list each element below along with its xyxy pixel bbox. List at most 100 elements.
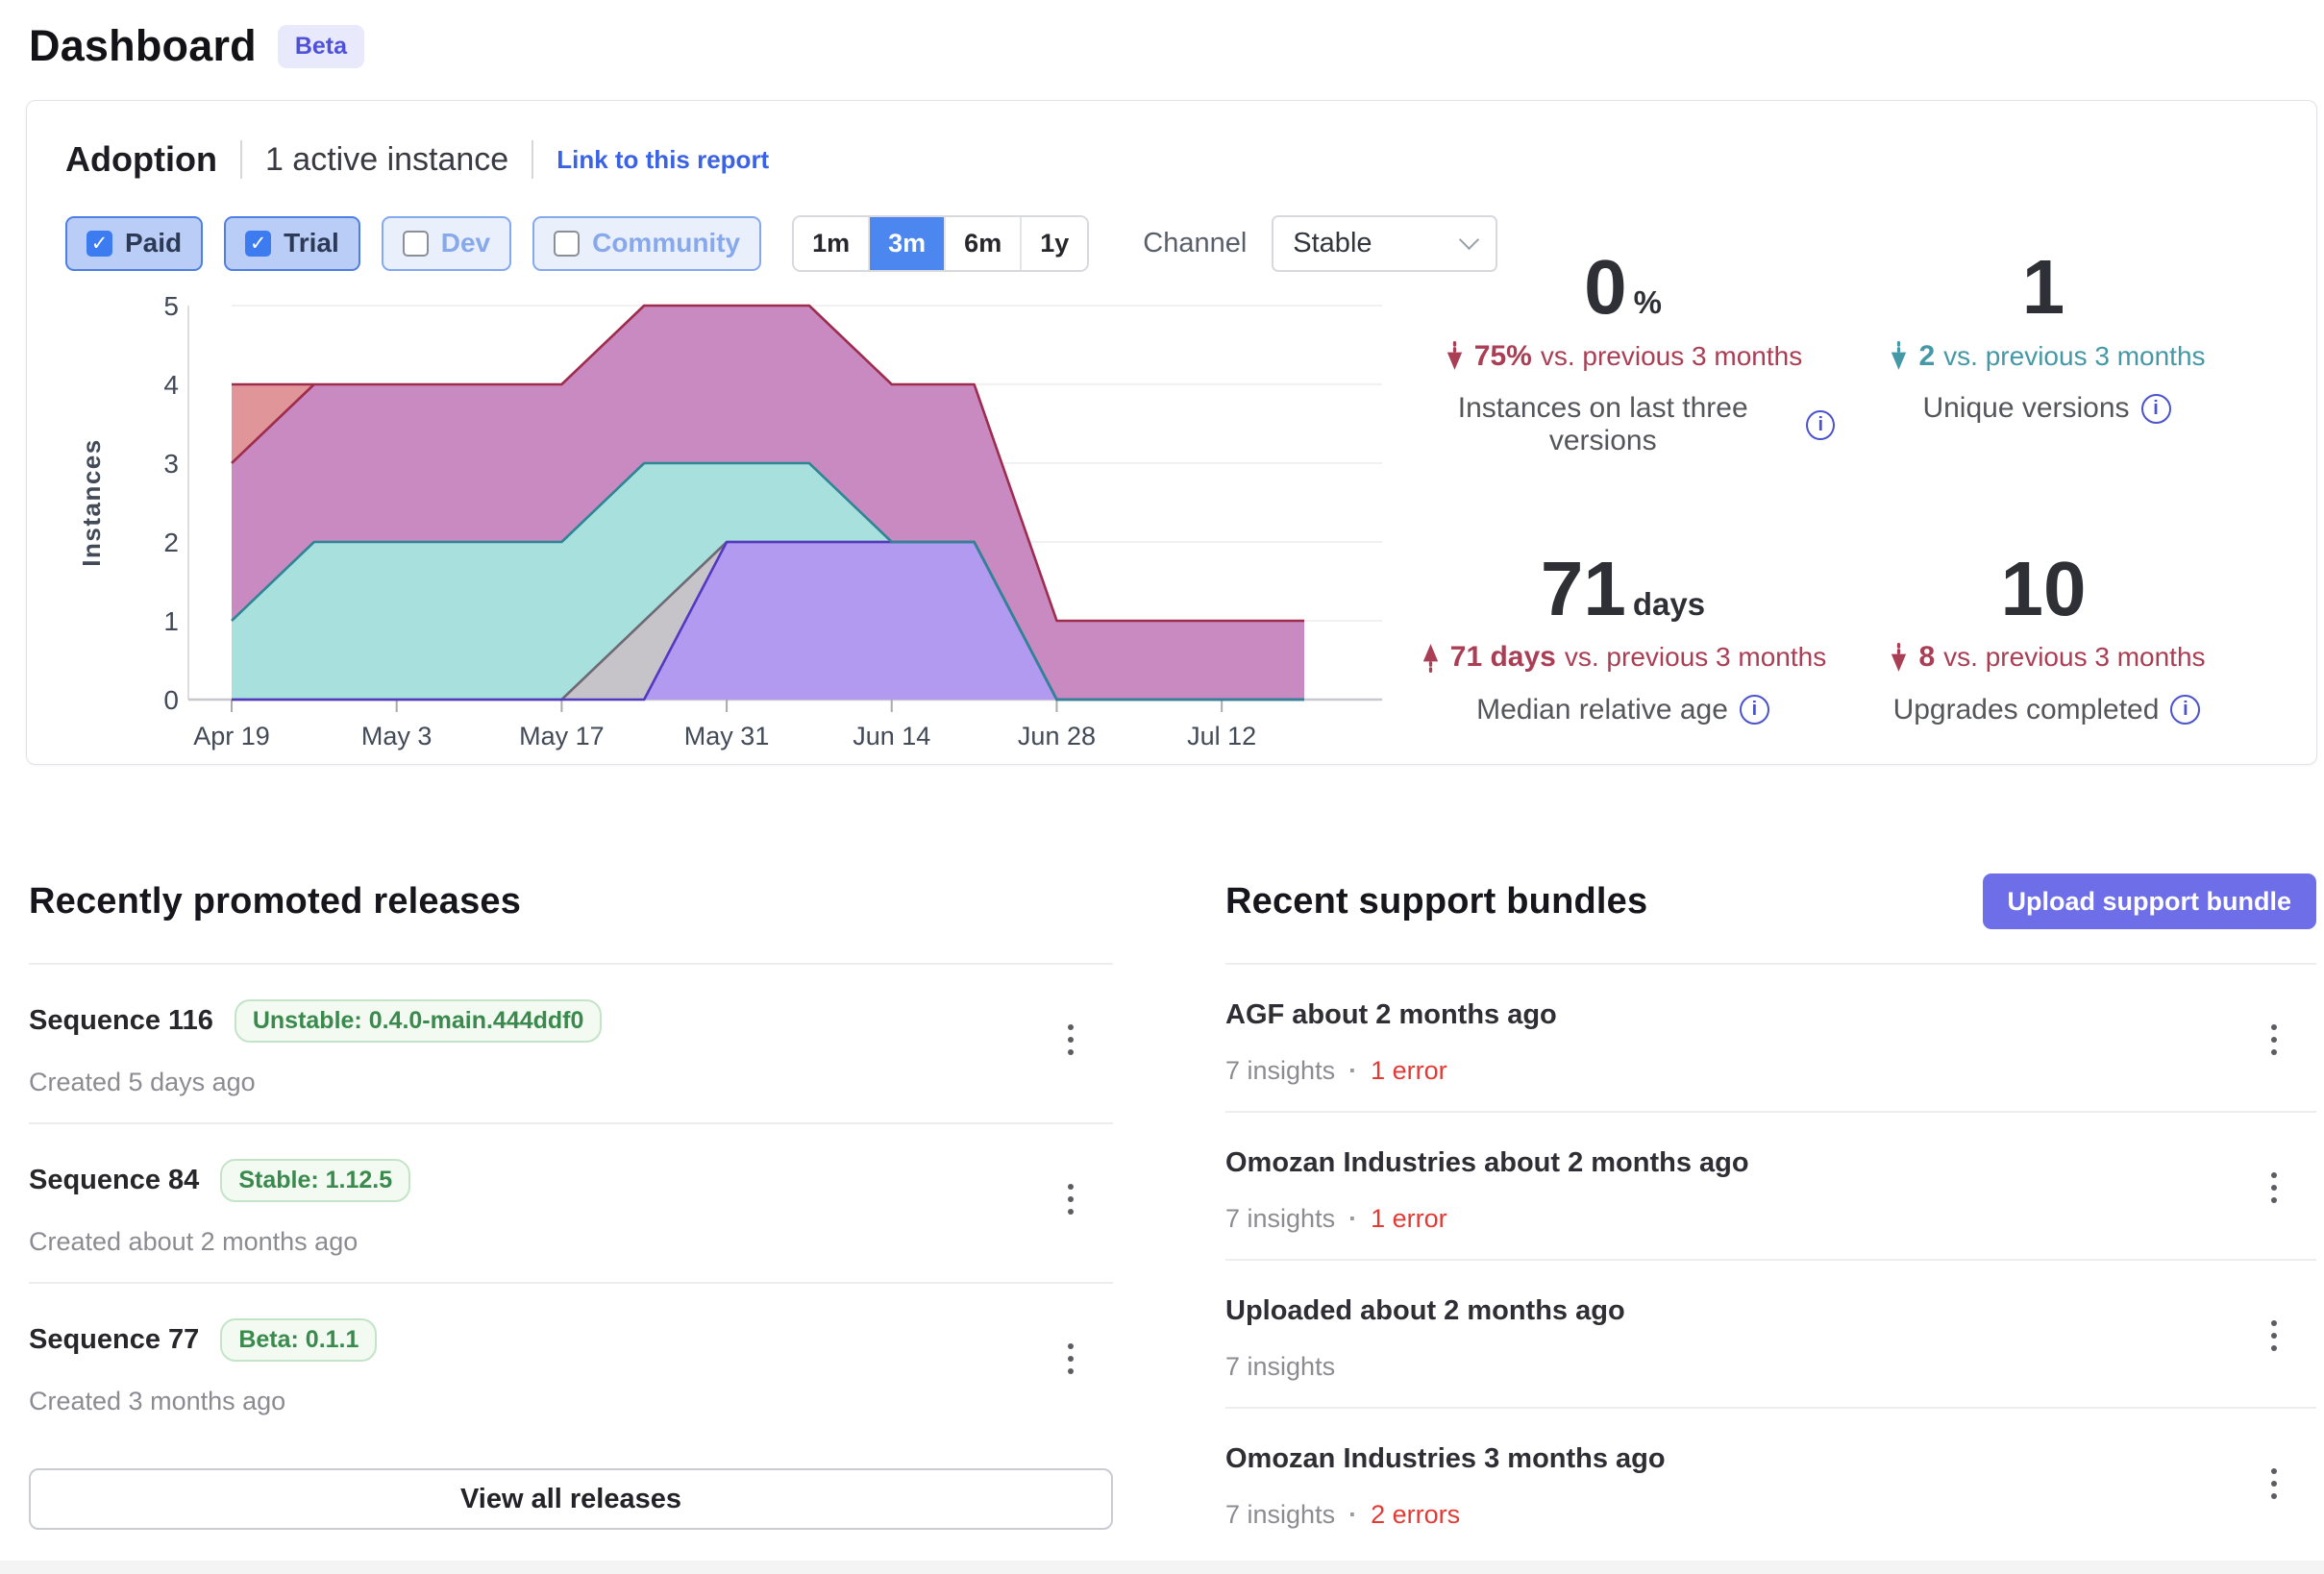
stat-label: Upgrades completed: [1893, 694, 2160, 726]
release-created: Created about 2 months ago: [29, 1227, 358, 1257]
range-6m[interactable]: 6m: [946, 217, 1022, 270]
bundle-title: Omozan Industries 3 months ago: [1225, 1443, 1666, 1475]
stat-unique-versions: 1 2 vs. previous 3 months Unique version…: [1835, 249, 2259, 487]
bottom-strip: [0, 1561, 2324, 1574]
range-1m[interactable]: 1m: [794, 217, 870, 270]
kebab-menu-icon[interactable]: [2255, 1013, 2293, 1067]
kebab-menu-icon[interactable]: [1051, 1013, 1090, 1067]
adoption-title: Adoption: [65, 139, 217, 180]
stat-value: 0: [1584, 249, 1627, 326]
adoption-stats: 0 % 75% vs. previous 3 months Instances …: [1411, 249, 2287, 755]
svg-text:0: 0: [163, 685, 179, 715]
svg-text:May 17: May 17: [519, 722, 605, 750]
link-to-report[interactable]: Link to this report: [556, 145, 769, 175]
svg-text:1: 1: [163, 606, 179, 636]
adoption-card-header: Adoption 1 active instance Link to this …: [65, 134, 2287, 185]
bundle-title: Omozan Industries about 2 months ago: [1225, 1147, 1749, 1179]
bundle-row: AGF about 2 months ago 7 insights · 1 er…: [1225, 963, 2316, 1111]
release-created: Created 5 days ago: [29, 1068, 256, 1097]
release-row: Sequence 116 Unstable: 0.4.0-main.444ddf…: [29, 963, 1113, 1122]
adoption-chart-area: 012345Apr 19May 3May 17May 31Jun 14Jun 2…: [65, 289, 1411, 755]
trend-arrow-icon: [1888, 339, 1910, 373]
version-badge: Beta: 0.1.1: [220, 1318, 377, 1362]
stat-instances-last-three-versions: 0 % 75% vs. previous 3 months Instances …: [1411, 249, 1835, 487]
info-icon[interactable]: [2141, 394, 2171, 424]
releases-heading: Recently promoted releases: [29, 881, 521, 922]
stat-value: 1: [2022, 249, 2065, 326]
checkbox-icon: [245, 231, 271, 257]
delta-suffix: vs. previous 3 months: [1565, 642, 1826, 673]
releases-list: Sequence 116 Unstable: 0.4.0-main.444ddf…: [29, 963, 1113, 1530]
kebab-menu-icon[interactable]: [2255, 1309, 2293, 1363]
channel-label: Channel: [1143, 228, 1247, 259]
stat-upgrades-completed: 10 8 vs. previous 3 months Upgrades comp…: [1835, 551, 2259, 756]
filter-chip-community[interactable]: Community: [532, 216, 761, 271]
bundle-row: Omozan Industries 3 months ago 7 insight…: [1225, 1407, 2316, 1555]
bundle-errors: 2 errors: [1371, 1500, 1460, 1530]
svg-text:5: 5: [163, 291, 179, 321]
svg-text:May 31: May 31: [684, 722, 770, 750]
filter-label: Paid: [125, 228, 182, 258]
info-icon[interactable]: [1740, 695, 1769, 725]
checkbox-icon: [403, 231, 429, 257]
stat-label: Instances on last three versions: [1411, 392, 1794, 457]
checkbox-icon: [554, 231, 580, 257]
dot-separator: ·: [1348, 1204, 1357, 1234]
delta-value: 8: [1918, 641, 1935, 674]
releases-section: Recently promoted releases Sequence 116 …: [29, 873, 1113, 1555]
lower-sections: Recently promoted releases Sequence 116 …: [29, 873, 2316, 1555]
bundle-title: AGF about 2 months ago: [1225, 999, 1557, 1031]
delta-suffix: vs. previous 3 months: [1943, 642, 2205, 673]
release-row: Sequence 84 Stable: 1.12.5 Created about…: [29, 1122, 1113, 1282]
filter-chip-trial[interactable]: Trial: [224, 216, 360, 271]
filter-chip-dev[interactable]: Dev: [382, 216, 511, 271]
svg-text:3: 3: [163, 449, 179, 479]
delta-suffix: vs. previous 3 months: [1943, 341, 2205, 372]
bundle-insights: 7 insights: [1225, 1352, 1335, 1382]
adoption-chart: 012345Apr 19May 3May 17May 31Jun 14Jun 2…: [65, 289, 1411, 755]
delta-value: 71 days: [1450, 641, 1556, 674]
delta-value: 75%: [1474, 340, 1532, 373]
view-all-releases-button[interactable]: View all releases: [29, 1468, 1113, 1530]
upload-support-bundle-button[interactable]: Upload support bundle: [1983, 873, 2316, 929]
bundles-list: AGF about 2 months ago 7 insights · 1 er…: [1225, 963, 2316, 1555]
svg-text:Jul 12: Jul 12: [1187, 722, 1256, 750]
bundle-title: Uploaded about 2 months ago: [1225, 1295, 1625, 1327]
beta-badge: Beta: [278, 25, 364, 68]
bundle-insights: 7 insights: [1225, 1204, 1335, 1234]
range-1y[interactable]: 1y: [1022, 217, 1087, 270]
svg-text:Jun 28: Jun 28: [1018, 722, 1096, 750]
page-header: Dashboard Beta: [0, 21, 2324, 71]
range-3m[interactable]: 3m: [870, 217, 946, 270]
chevron-down-icon: [1459, 229, 1479, 249]
bundle-insights: 7 insights: [1225, 1500, 1335, 1530]
svg-text:Jun 14: Jun 14: [853, 722, 930, 750]
dot-separator: ·: [1348, 1056, 1357, 1086]
stat-unit: %: [1634, 284, 1662, 321]
svg-text:May 3: May 3: [361, 722, 433, 750]
kebab-menu-icon[interactable]: [1051, 1332, 1090, 1386]
kebab-menu-icon[interactable]: [2255, 1457, 2293, 1511]
dot-separator: ·: [1348, 1500, 1357, 1530]
bundle-row: Uploaded about 2 months ago 7 insights ·: [1225, 1259, 2316, 1407]
kebab-menu-icon[interactable]: [1051, 1172, 1090, 1226]
trend-arrow-icon: [1420, 641, 1442, 675]
active-instance-count: 1 active instance: [265, 141, 508, 179]
stat-value: 71: [1541, 551, 1626, 627]
stat-label: Median relative age: [1476, 694, 1728, 726]
separator: [532, 140, 533, 179]
adoption-card-body: 012345Apr 19May 3May 17May 31Jun 14Jun 2…: [65, 289, 2287, 755]
stat-delta: 71 days vs. previous 3 months: [1411, 641, 1835, 675]
svg-text:Instances: Instances: [77, 438, 106, 566]
filter-chip-paid[interactable]: Paid: [65, 216, 203, 271]
info-icon[interactable]: [2170, 695, 2200, 725]
time-range-selector: 1m 3m 6m 1y: [792, 215, 1089, 272]
bundles-heading: Recent support bundles: [1225, 881, 1647, 922]
kebab-menu-icon[interactable]: [2255, 1161, 2293, 1215]
version-badge: Stable: 1.12.5: [220, 1159, 410, 1202]
release-created: Created 3 months ago: [29, 1387, 285, 1416]
stat-delta: 8 vs. previous 3 months: [1835, 641, 2259, 675]
page-title: Dashboard: [29, 21, 257, 71]
separator: [240, 140, 242, 179]
info-icon[interactable]: [1806, 410, 1835, 440]
